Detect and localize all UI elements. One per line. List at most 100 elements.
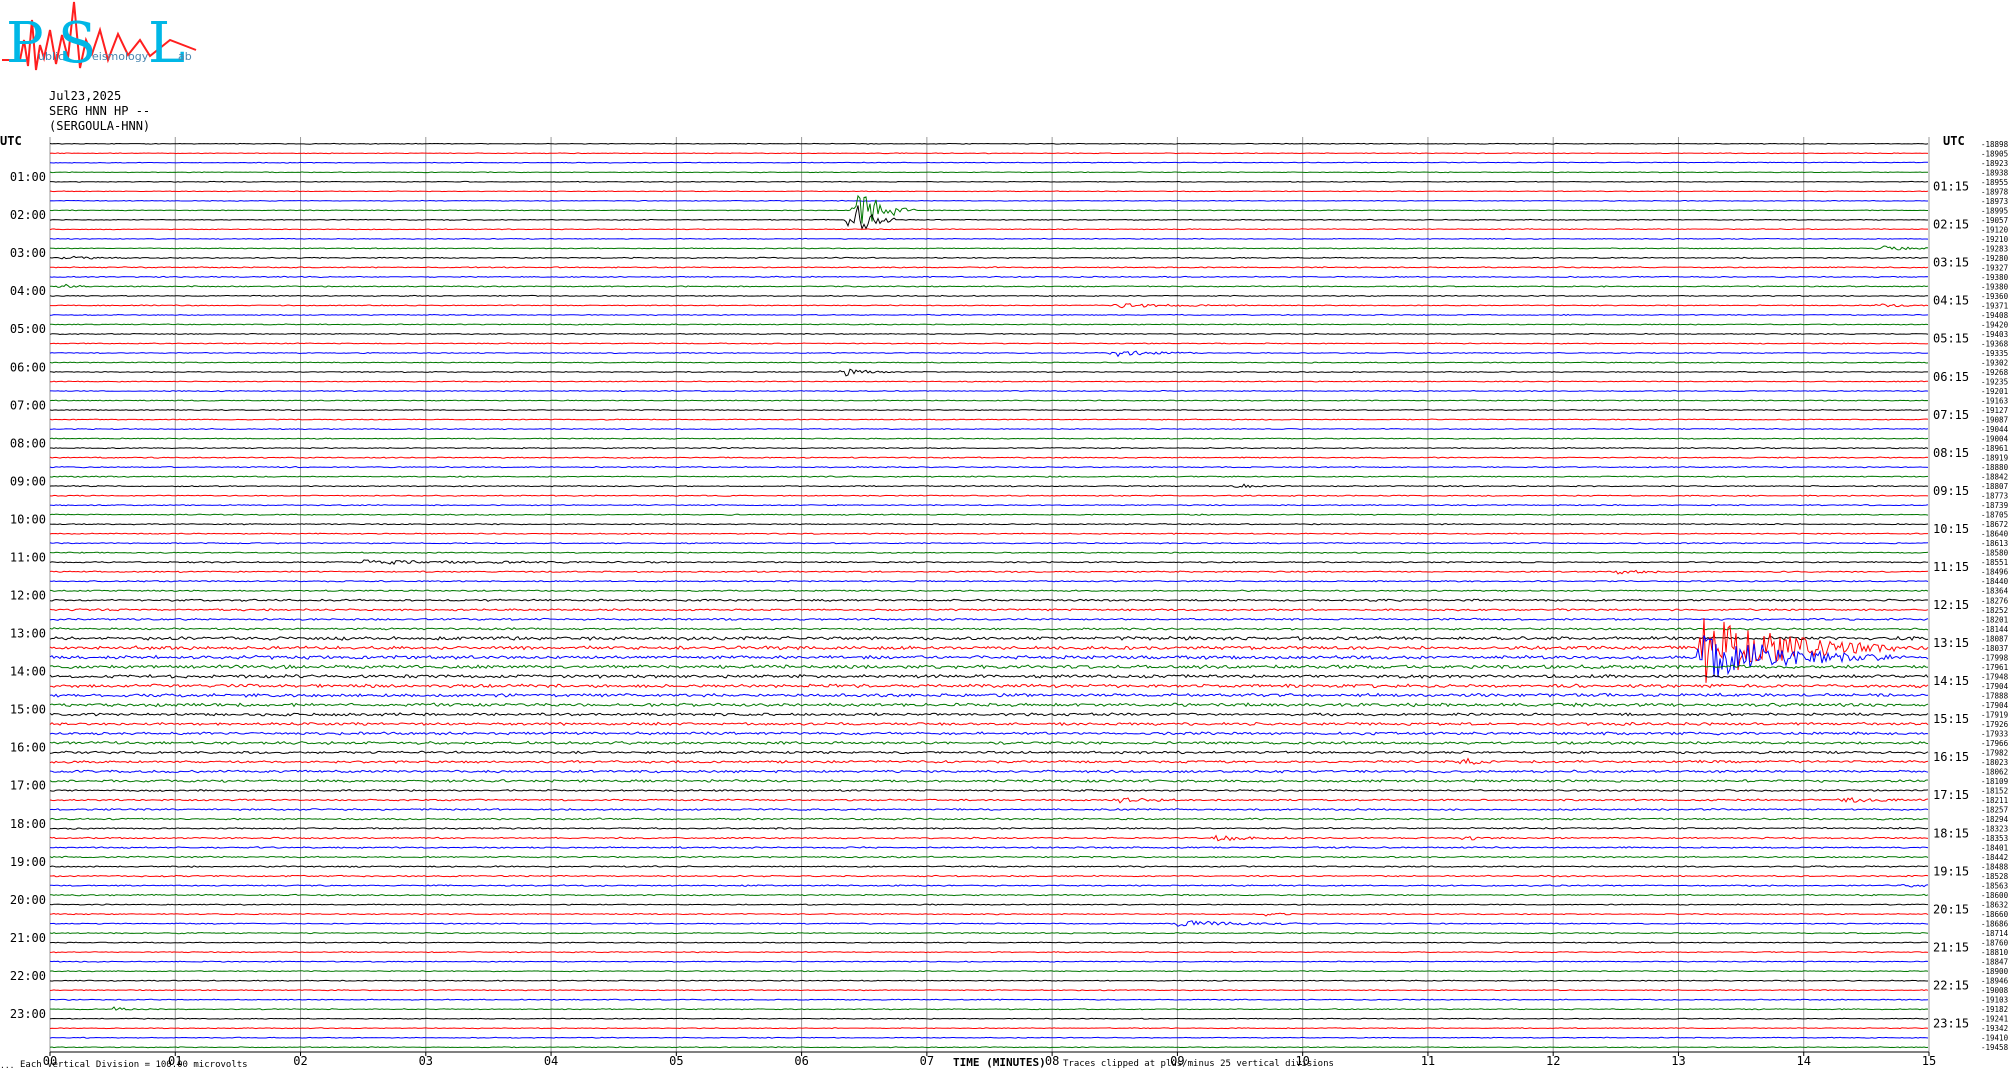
trace-offset-value: -19210 xyxy=(1981,235,2009,244)
trace-row-30 xyxy=(50,427,1929,431)
trace-row-47 xyxy=(49,589,1929,593)
trace-row-0 xyxy=(49,142,1929,145)
trace-offset-value: -18488 xyxy=(1981,863,2009,872)
left-hour-label: 06:00 xyxy=(10,360,46,374)
trace-row-70 xyxy=(49,807,1929,811)
left-hour-label: 23:00 xyxy=(10,1007,46,1021)
trace-row-39 xyxy=(49,513,1929,516)
left-hour-label: 15:00 xyxy=(10,703,46,717)
trace-offset-value: -18672 xyxy=(1981,520,2008,529)
trace-row-65 xyxy=(49,757,1929,765)
psl-logo: P S L ublic eismology ab xyxy=(2,1,197,76)
trace-row-37 xyxy=(49,494,1929,497)
trace-offset-value: -18898 xyxy=(1981,140,2009,149)
trace-offset-value: -19368 xyxy=(1981,339,2009,348)
trace-row-18 xyxy=(49,313,1929,317)
trace-offset-value: -19380 xyxy=(1981,282,2009,291)
right-hour-label: 16:15 xyxy=(1933,750,1969,764)
trace-offset-value: -18905 xyxy=(1981,149,2008,158)
right-hour-label: 22:15 xyxy=(1933,978,1969,992)
trace-offset-value: -18294 xyxy=(1981,815,2009,824)
header-date: Jul23,2025 xyxy=(49,89,121,103)
x-tick-label: 11 xyxy=(1421,1054,1435,1068)
right-hour-label: 23:15 xyxy=(1933,1016,1969,1030)
grid-lines xyxy=(49,137,1930,1053)
trace-offset-value: -18938 xyxy=(1981,168,2009,177)
trace-row-46 xyxy=(49,579,1929,583)
left-hour-label: 14:00 xyxy=(10,665,46,679)
trace-offset-value: -19044 xyxy=(1981,425,2009,434)
trace-offset-value: -19163 xyxy=(1981,397,2008,406)
left-hour-label: 16:00 xyxy=(10,741,46,755)
trace-row-87 xyxy=(49,970,1929,973)
trace-row-17 xyxy=(50,303,1929,309)
trace-offset-value: -19182 xyxy=(1981,1005,2008,1014)
trace-row-90 xyxy=(49,998,1929,1001)
left-hour-label: 11:00 xyxy=(10,550,46,564)
trace-offset-value: -17966 xyxy=(1981,739,2009,748)
trace-row-95 xyxy=(49,1046,1929,1049)
trace-offset-value: -19380 xyxy=(1981,273,2009,282)
trace-row-56 xyxy=(49,673,1929,679)
clip-note: Traces clipped at plus/minus 25 vertical… xyxy=(1063,1059,1334,1069)
trace-row-48 xyxy=(49,598,1929,602)
x-tick-label: 05 xyxy=(669,1054,683,1068)
trace-row-83 xyxy=(49,931,1929,935)
trace-offset-value: -18810 xyxy=(1981,948,2009,957)
trace-row-27 xyxy=(49,399,1929,402)
trace-offset-value: -18600 xyxy=(1981,891,2009,900)
trace-offset-value: -18087 xyxy=(1981,634,2008,643)
right-hour-label: 21:15 xyxy=(1933,940,1969,954)
trace-offset-value: -17948 xyxy=(1981,672,2009,681)
trace-offset-value: -19201 xyxy=(1981,387,2008,396)
trace-row-52 xyxy=(49,635,1929,641)
trace-offset-value: -19360 xyxy=(1981,292,2009,301)
trace-offset-value: -18252 xyxy=(1981,606,2008,615)
trace-offset-value: -18946 xyxy=(1981,977,2009,986)
trace-row-88 xyxy=(49,979,1928,982)
right-hour-label: 08:15 xyxy=(1933,446,1969,460)
trace-offset-value: -19268 xyxy=(1981,368,2009,377)
trace-offset-value: -18353 xyxy=(1981,834,2008,843)
trace-row-1 xyxy=(49,152,1929,155)
left-hour-label: 08:00 xyxy=(10,436,46,450)
trace-offset-value: -18923 xyxy=(1981,159,2008,168)
left-hour-label: 02:00 xyxy=(10,208,46,222)
trace-row-22 xyxy=(49,350,1929,358)
trace-row-8 xyxy=(49,205,1928,231)
trace-row-42 xyxy=(49,542,1929,545)
trace-row-2 xyxy=(49,161,1929,164)
trace-offset-value: -18739 xyxy=(1981,501,2008,510)
right-hour-labels: 01:15 02:15 03:15 04:15 05:15 06:15 07:15 08:15… xyxy=(1933,180,1969,1031)
trace-row-23 xyxy=(49,361,1929,364)
trace-row-6 xyxy=(49,199,1928,202)
trace-offset-value: -19458 xyxy=(1981,1043,2009,1052)
trace-offset-value: -19008 xyxy=(1981,986,2009,995)
trace-row-63 xyxy=(49,740,1929,745)
right-hour-label: 04:15 xyxy=(1933,294,1969,308)
header-channel: SERG HNN HP -- xyxy=(49,104,150,118)
trace-row-29 xyxy=(49,418,1929,421)
trace-offset-value: -18807 xyxy=(1981,482,2008,491)
helicorder-chart: P S L ublic eismology ab Jul23,2025 SERG… xyxy=(0,1,2009,1070)
right-hour-label: 13:15 xyxy=(1933,636,1969,650)
trace-offset-value: -18978 xyxy=(1981,187,2009,196)
trace-row-44 xyxy=(49,559,1929,565)
trace-row-4 xyxy=(50,180,1929,183)
trace-row-55 xyxy=(49,664,1929,670)
trace-offset-value: -17961 xyxy=(1981,663,2008,672)
trace-row-73 xyxy=(49,834,1929,842)
right-hour-label: 20:15 xyxy=(1933,902,1969,916)
x-tick-label: 12 xyxy=(1546,1054,1560,1068)
trace-offset-value: -17919 xyxy=(1981,710,2008,719)
trace-row-49 xyxy=(49,608,1929,612)
right-axis-heading: UTC xyxy=(1943,134,1965,148)
left-hour-label: 19:00 xyxy=(10,855,46,869)
left-hour-label: 01:00 xyxy=(10,170,46,184)
trace-offset-value: -19235 xyxy=(1981,378,2008,387)
trace-row-38 xyxy=(49,504,1929,507)
right-hour-label: 10:15 xyxy=(1933,522,1969,536)
trace-row-72 xyxy=(50,826,1929,830)
trace-offset-value: -18640 xyxy=(1981,530,2009,539)
trace-row-54 xyxy=(49,635,1929,678)
